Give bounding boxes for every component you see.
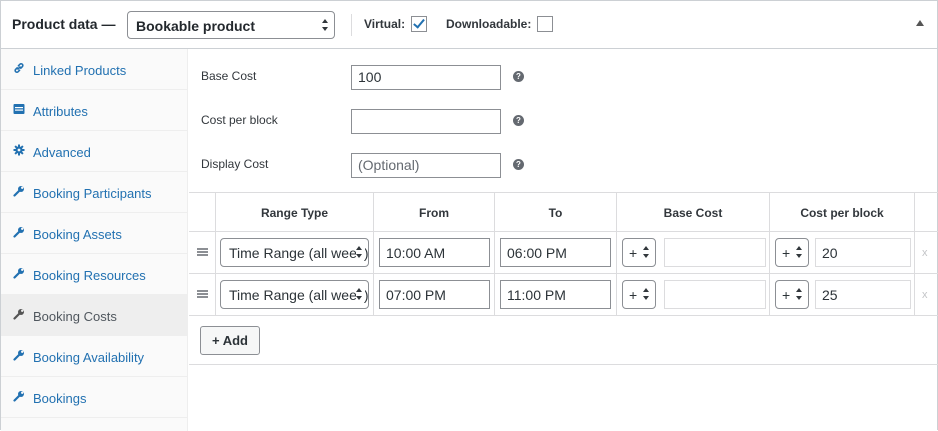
- delete-row-icon[interactable]: x: [922, 247, 928, 259]
- tab-label: Booking Costs: [33, 309, 117, 324]
- header-divider: [351, 14, 352, 36]
- list-icon: [13, 104, 25, 114]
- tab-label: Booking Participants: [33, 186, 152, 201]
- cost-per-block-label: Cost per block: [201, 113, 278, 127]
- checkmark-icon: [413, 16, 425, 29]
- column-header-from: From: [419, 206, 449, 220]
- range-base-cost-input[interactable]: [664, 280, 766, 309]
- tab-label: Bookings: [33, 391, 87, 406]
- display-cost-label: Display Cost: [201, 157, 269, 171]
- tab-booking-resources[interactable]: Booking Resources: [1, 254, 188, 295]
- tab-booking-assets[interactable]: Booking Assets: [1, 213, 188, 254]
- range-type-select[interactable]: Time Range (all week): [220, 238, 369, 267]
- product-type-select[interactable]: Bookable product: [127, 11, 335, 39]
- tab-bookings[interactable]: Bookings: [1, 377, 188, 418]
- base-cost-input[interactable]: 100: [351, 65, 501, 90]
- drag-handle-icon[interactable]: [197, 290, 208, 298]
- virtual-label: Virtual:: [364, 17, 406, 31]
- tab-label: Booking Assets: [33, 227, 122, 242]
- select-arrows-icon: [796, 287, 803, 301]
- tab-label: Booking Availability: [33, 350, 145, 365]
- base-cost-modifier-select[interactable]: +: [622, 280, 656, 309]
- column-header-range-type: Range Type: [260, 206, 329, 220]
- tab-label: Attributes: [33, 104, 88, 119]
- range-type-select[interactable]: Time Range (all week): [220, 280, 369, 309]
- wrench-icon: [13, 350, 24, 361]
- select-arrows-icon: [356, 287, 365, 301]
- wrench-icon: [13, 391, 24, 402]
- column-header-to: To: [548, 206, 563, 220]
- tab-label: Advanced: [33, 145, 91, 160]
- range-base-cost-input[interactable]: [664, 238, 766, 267]
- downloadable-checkbox[interactable]: [537, 16, 553, 32]
- tab-booking-availability[interactable]: Booking Availability: [1, 336, 188, 377]
- gear-icon: [13, 144, 25, 156]
- range-from-input[interactable]: 07:00 PM: [379, 280, 490, 309]
- tab-attributes[interactable]: Attributes: [1, 90, 188, 131]
- help-icon[interactable]: ?: [513, 115, 524, 126]
- range-to-input[interactable]: 06:00 PM: [500, 238, 611, 267]
- select-arrows-icon: [322, 18, 329, 32]
- tab-linked-products[interactable]: Linked Products: [1, 49, 188, 90]
- wrench-icon: [13, 227, 24, 238]
- product-data-panel: Product data — Bookable product Virtual:…: [0, 0, 938, 431]
- select-arrows-icon: [643, 245, 650, 259]
- help-icon[interactable]: ?: [513, 159, 524, 170]
- block-cost-modifier-select[interactable]: +: [775, 280, 809, 309]
- tab-booking-participants[interactable]: Booking Participants: [1, 172, 188, 213]
- virtual-checkbox[interactable]: [411, 16, 427, 32]
- downloadable-label: Downloadable:: [446, 17, 532, 31]
- product-data-title: Product data —: [12, 16, 116, 32]
- range-block-cost-input[interactable]: 25: [815, 280, 911, 309]
- range-to-input[interactable]: 11:00 PM: [500, 280, 611, 309]
- product-data-tabs: Linked Products Attributes Advanced Book…: [1, 49, 188, 431]
- column-header-cost-per-block: Cost per block: [800, 206, 884, 220]
- link-icon: [14, 62, 24, 74]
- delete-row-icon[interactable]: x: [922, 289, 928, 301]
- range-block-cost-input[interactable]: 20: [815, 238, 911, 267]
- wrench-icon: [13, 186, 24, 197]
- tab-label: Linked Products: [33, 63, 127, 78]
- base-cost-label: Base Cost: [201, 69, 257, 83]
- product-type-value: Bookable product: [136, 18, 256, 34]
- base-cost-modifier-select[interactable]: +: [622, 238, 656, 267]
- column-header-base-cost: Base Cost: [663, 206, 723, 220]
- cost-per-block-input[interactable]: [351, 109, 501, 134]
- select-arrows-icon: [643, 287, 650, 301]
- wrench-icon: [13, 309, 24, 320]
- range-from-input[interactable]: 10:00 AM: [379, 238, 490, 267]
- cost-ranges-table: Range Type From To Base Cost Cost per bl…: [189, 192, 938, 365]
- select-arrows-icon: [356, 245, 365, 259]
- tab-booking-costs[interactable]: Booking Costs: [1, 295, 188, 336]
- tab-advanced[interactable]: Advanced: [1, 131, 188, 172]
- help-icon[interactable]: ?: [513, 71, 524, 82]
- drag-handle-icon[interactable]: [197, 248, 208, 256]
- wrench-icon: [13, 268, 24, 279]
- select-arrows-icon: [796, 245, 803, 259]
- add-range-button[interactable]: + Add: [200, 326, 260, 355]
- collapse-toggle-icon[interactable]: [916, 20, 924, 26]
- display-cost-input[interactable]: (Optional): [351, 153, 501, 178]
- product-data-header: Product data — Bookable product Virtual:…: [1, 1, 937, 49]
- tab-label: Booking Resources: [33, 268, 146, 283]
- block-cost-modifier-select[interactable]: +: [775, 238, 809, 267]
